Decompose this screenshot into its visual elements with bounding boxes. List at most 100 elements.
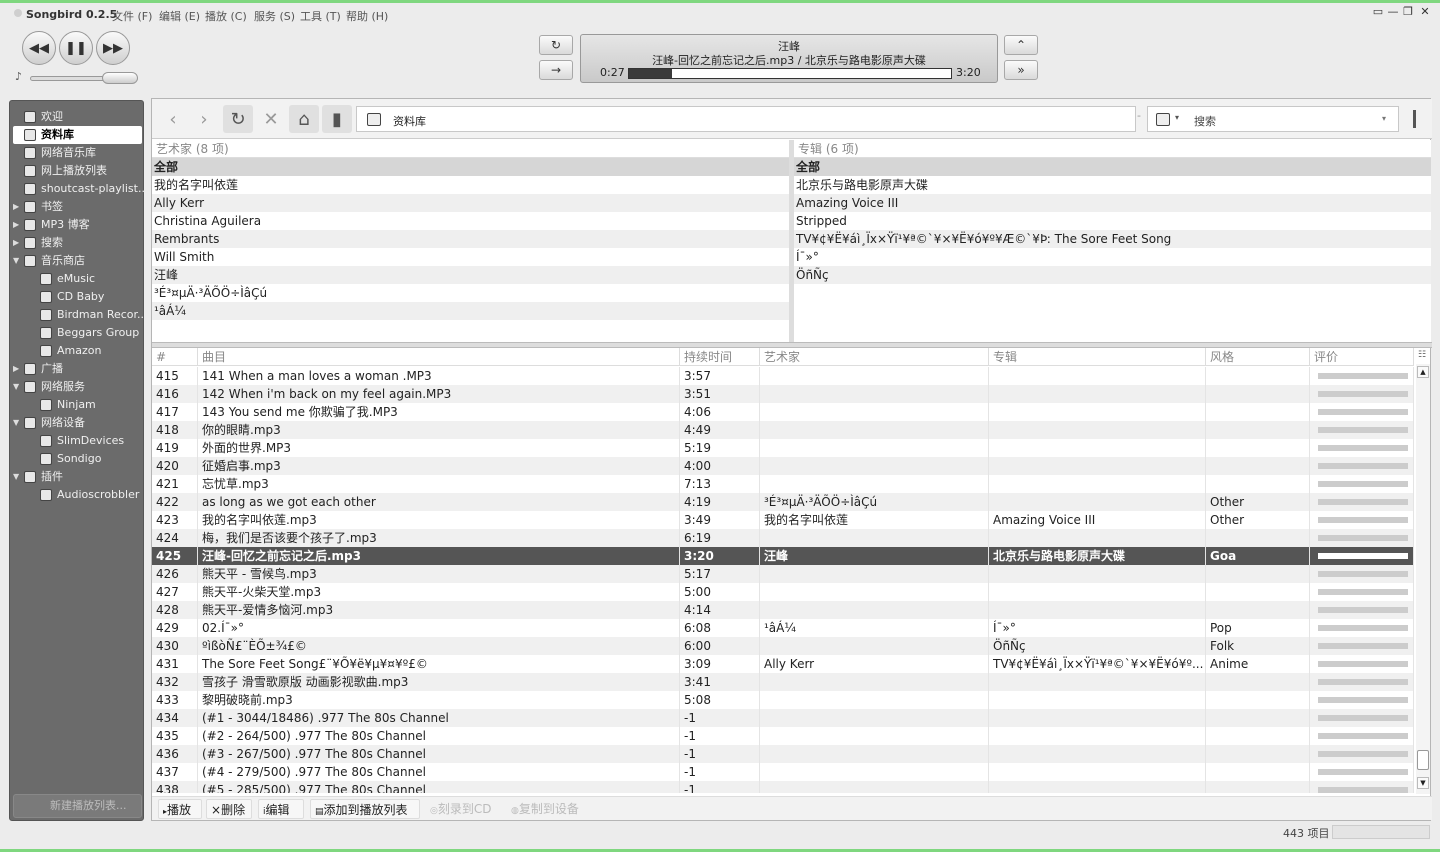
location-bar[interactable]: 资料库 (356, 106, 1136, 132)
search-input[interactable]: 搜索 (1194, 113, 1216, 129)
track-row[interactable]: 420 征婚启事.mp3 4:00 (152, 457, 1414, 475)
play-button[interactable]: ▸播放 (158, 799, 202, 819)
rating-cell[interactable] (1310, 637, 1414, 655)
sidebar-item[interactable]: shoutcast-playlist.... (10, 180, 145, 198)
shuffle-button[interactable]: → (539, 60, 573, 80)
rating-bar[interactable] (1318, 679, 1408, 685)
volume-slider-knob[interactable] (102, 72, 138, 84)
rating-cell[interactable] (1310, 601, 1414, 619)
rating-cell[interactable] (1310, 763, 1414, 781)
sidebar-item[interactable]: SlimDevices (10, 432, 145, 450)
menu-tools[interactable]: 工具 (T) (300, 8, 341, 24)
burn-cd-button[interactable]: ◎刻录到CD (426, 799, 502, 819)
sidebar-item[interactable]: ▶ 广播 (10, 360, 145, 378)
artist-row[interactable]: Rembrants (152, 230, 789, 248)
rating-cell[interactable] (1310, 403, 1414, 421)
rating-bar[interactable] (1318, 733, 1408, 739)
rating-cell[interactable] (1310, 367, 1414, 385)
rating-bar[interactable] (1318, 481, 1408, 487)
rating-bar[interactable] (1318, 589, 1408, 595)
sidebar-item[interactable]: CD Baby (10, 288, 145, 306)
sidebar-item[interactable]: 网上播放列表 (10, 162, 145, 180)
rating-bar[interactable] (1318, 535, 1408, 541)
search-box[interactable]: ▾ 搜索 ▾ (1147, 106, 1399, 132)
delete-button[interactable]: ×删除 (206, 799, 252, 819)
artist-row[interactable]: Ally Kerr (152, 194, 789, 212)
rating-bar[interactable] (1318, 571, 1408, 577)
rating-cell[interactable] (1310, 565, 1414, 583)
menu-services[interactable]: 服务 (S) (254, 8, 295, 24)
sidebar-item[interactable]: eMusic (10, 270, 145, 288)
scrollbar-thumb[interactable] (1417, 750, 1429, 770)
track-row[interactable]: 436 (#3 - 267/500) .977 The 80s Channel -1 (152, 745, 1414, 763)
rating-cell[interactable] (1310, 421, 1414, 439)
rating-bar[interactable] (1318, 607, 1408, 613)
sidebar-item[interactable]: ▶ 搜索 (10, 234, 145, 252)
search-engine-icon[interactable] (1156, 113, 1170, 126)
rating-cell[interactable] (1310, 691, 1414, 709)
rating-bar[interactable] (1318, 769, 1408, 775)
album-row[interactable]: ÖñÑç (794, 266, 1431, 284)
scroll-down-icon[interactable]: ▼ (1417, 777, 1429, 789)
rating-cell[interactable] (1310, 745, 1414, 763)
rating-bar[interactable] (1318, 751, 1408, 757)
rating-cell[interactable] (1310, 619, 1414, 637)
home-button[interactable]: ⌂ (289, 105, 319, 133)
track-row[interactable]: 431 The Sore Feet Song£¨¥Õ¥ë¥µ¥¤¥º£© 3:09 A… (152, 655, 1414, 673)
rating-cell[interactable] (1310, 547, 1414, 565)
minimize-to-tray-icon[interactable]: ▭ (1372, 6, 1384, 18)
sidebar-item[interactable]: ▼ 音乐商店 (10, 252, 145, 270)
rating-bar[interactable] (1318, 697, 1408, 703)
col-number-header[interactable]: # (152, 348, 198, 366)
collapse-arrow-icon[interactable]: ▼ (13, 252, 21, 270)
track-row[interactable]: 422 as long as we got each other 4:19 ³É³¤µ… (152, 493, 1414, 511)
album-row[interactable]: Í¯»° (794, 248, 1431, 266)
track-row[interactable]: 421 忘忧草.mp3 7:13 (152, 475, 1414, 493)
rating-cell[interactable] (1310, 781, 1414, 793)
rating-cell[interactable] (1310, 511, 1414, 529)
rating-cell[interactable] (1310, 655, 1414, 673)
menu-edit[interactable]: 编辑 (E) (159, 8, 200, 24)
rating-cell[interactable] (1310, 493, 1414, 511)
search-dropdown-icon[interactable]: ▾ (1382, 114, 1386, 123)
rating-bar[interactable] (1318, 445, 1408, 451)
sidebar-item[interactable]: Amazon (10, 342, 145, 360)
rating-cell[interactable] (1310, 727, 1414, 745)
collapse-button[interactable]: ⌃ (1004, 35, 1038, 55)
artist-row[interactable]: 我的名字叫依莲 (152, 176, 789, 194)
sidebar-item[interactable]: Birdman Recor... (10, 306, 145, 324)
rating-cell[interactable] (1310, 475, 1414, 493)
artist-row[interactable]: ³É³¤µÄ·³ÄÕÖ÷ÌâÇú (152, 284, 789, 302)
col-title-header[interactable]: 曲目 (198, 348, 680, 366)
next-button[interactable]: ▶▶ (96, 31, 130, 65)
album-row[interactable]: Amazing Voice III (794, 194, 1431, 212)
collapse-arrow-icon[interactable]: ▼ (13, 414, 21, 432)
rating-bar[interactable] (1318, 787, 1408, 793)
album-row[interactable]: TV¥¢¥Ë¥áì¸Ïx×Ÿï¹¥ª©`¥×¥Ë¥ó¥º¥Æ©`¥Þ: The … (794, 230, 1431, 248)
forward-button[interactable]: › (189, 105, 219, 133)
previous-button[interactable]: ◀◀ (22, 31, 56, 65)
rating-cell[interactable] (1310, 385, 1414, 403)
track-list-scrollbar[interactable]: ▲ ▼ (1416, 364, 1430, 794)
rating-cell[interactable] (1310, 457, 1414, 475)
track-row[interactable]: 424 梅，我们是否该要个孩子了.mp3 6:19 (152, 529, 1414, 547)
add-to-playlist-button[interactable]: ▤添加到播放列表 (310, 799, 420, 819)
rating-bar[interactable] (1318, 661, 1408, 667)
rating-bar[interactable] (1318, 499, 1408, 505)
artist-row[interactable]: Will Smith (152, 248, 789, 266)
sidebar-item[interactable]: 网络音乐库 (10, 144, 145, 162)
sidebar-item[interactable]: ▶ 书签 (10, 198, 145, 216)
minimize-icon[interactable]: — (1387, 6, 1399, 18)
track-row[interactable]: 415 141 When a man loves a woman .MP3 3:57 (152, 367, 1414, 385)
col-album-header[interactable]: 专辑 (989, 348, 1206, 366)
rating-cell[interactable] (1310, 583, 1414, 601)
restore-icon[interactable]: ❐ (1402, 6, 1414, 18)
sidebar-item[interactable]: Ninjam (10, 396, 145, 414)
track-row[interactable]: 434 (#1 - 3044/18486) .977 The 80s Channe… (152, 709, 1414, 727)
rating-cell[interactable] (1310, 673, 1414, 691)
track-row[interactable]: 427 熊天平-火柴天堂.mp3 5:00 (152, 583, 1414, 601)
rating-cell[interactable] (1310, 709, 1414, 727)
location-dropdown-icon[interactable]: - (1137, 109, 1141, 122)
artist-row[interactable]: ¹âÁ¼ (152, 302, 789, 320)
col-duration-header[interactable]: 持续时间 (680, 348, 760, 366)
